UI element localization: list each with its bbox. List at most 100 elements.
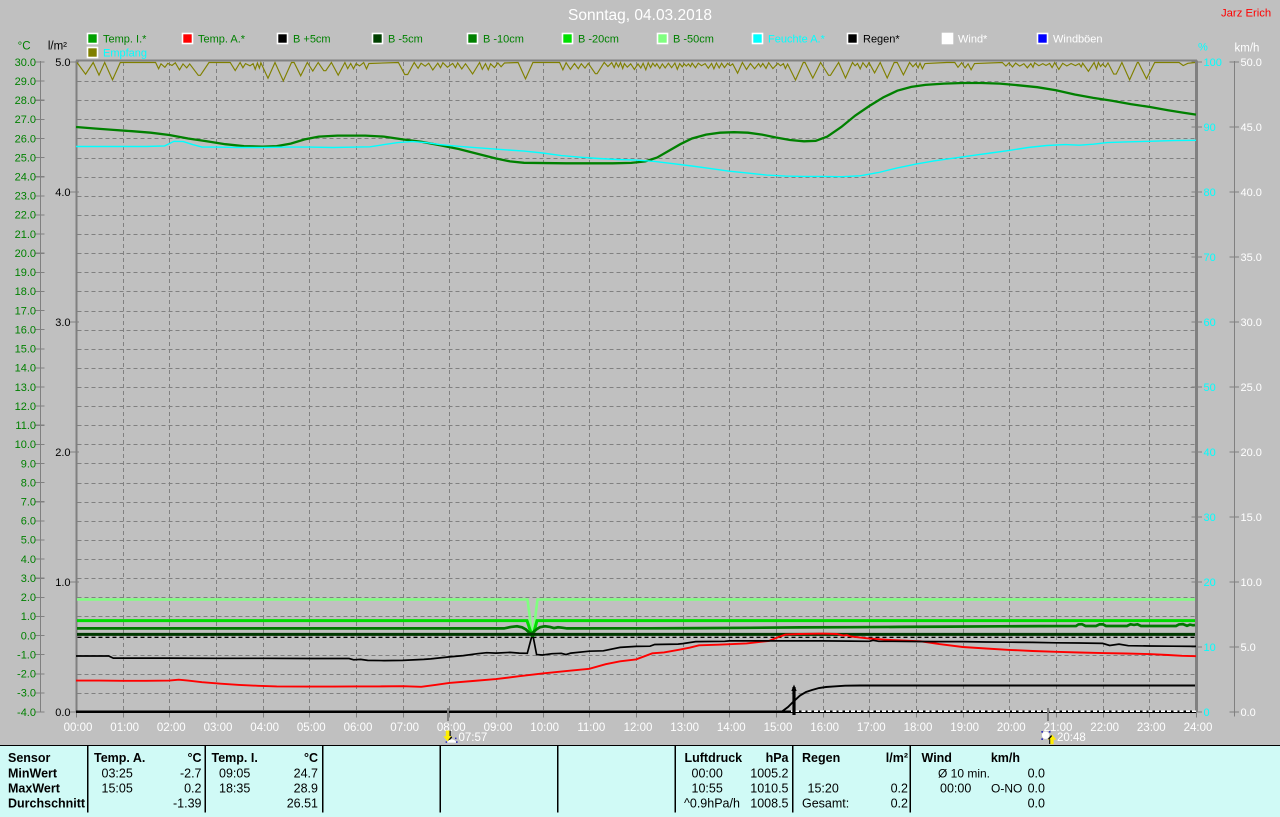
svg-text:27.0: 27.0 xyxy=(15,114,36,126)
svg-text:20:00: 20:00 xyxy=(997,722,1026,734)
svg-text:15:20: 15:20 xyxy=(808,782,839,796)
svg-text:23:00: 23:00 xyxy=(1137,722,1166,734)
svg-text:30: 30 xyxy=(1204,512,1216,524)
svg-text:09:05: 09:05 xyxy=(219,767,250,781)
svg-text:hPa: hPa xyxy=(766,751,790,765)
svg-text:11.0: 11.0 xyxy=(15,420,36,432)
svg-text:16.0: 16.0 xyxy=(15,324,36,336)
svg-text:35.0: 35.0 xyxy=(1241,252,1262,264)
svg-text:40.0: 40.0 xyxy=(1241,187,1262,199)
svg-text:17:00: 17:00 xyxy=(857,722,886,734)
svg-text:5.0: 5.0 xyxy=(21,535,36,547)
svg-text:80: 80 xyxy=(1204,187,1216,199)
svg-text:18:00: 18:00 xyxy=(904,722,933,734)
svg-text:8.0: 8.0 xyxy=(21,477,36,489)
svg-text:16:00: 16:00 xyxy=(810,722,839,734)
svg-text:MaxWert: MaxWert xyxy=(8,782,61,796)
svg-text:0: 0 xyxy=(1204,707,1210,719)
svg-text:Luftdruck: Luftdruck xyxy=(685,751,743,765)
svg-text:28.0: 28.0 xyxy=(15,95,36,107)
svg-text:10: 10 xyxy=(1204,642,1216,654)
svg-text:100: 100 xyxy=(1204,57,1222,69)
svg-text:2.0: 2.0 xyxy=(55,447,70,459)
svg-text:0.2: 0.2 xyxy=(184,782,201,796)
svg-text:Jarz Erich: Jarz Erich xyxy=(1221,8,1271,20)
svg-text:km/h: km/h xyxy=(991,751,1020,765)
svg-text:01:00: 01:00 xyxy=(110,722,139,734)
svg-text:07:00: 07:00 xyxy=(390,722,419,734)
svg-text:60: 60 xyxy=(1204,317,1216,329)
svg-text:Regen*: Regen* xyxy=(863,34,900,46)
svg-text:25.0: 25.0 xyxy=(15,152,36,164)
svg-text:6.0: 6.0 xyxy=(21,516,36,528)
svg-text:B +5cm: B +5cm xyxy=(293,34,331,46)
svg-text:20.0: 20.0 xyxy=(1241,447,1262,459)
svg-text:°C: °C xyxy=(187,751,201,765)
svg-text:l/m²: l/m² xyxy=(886,751,908,765)
svg-text:70: 70 xyxy=(1204,252,1216,264)
svg-text:06:00: 06:00 xyxy=(344,722,373,734)
svg-text:2.0: 2.0 xyxy=(21,592,36,604)
svg-text:MinWert: MinWert xyxy=(8,767,58,781)
svg-text:1010.5: 1010.5 xyxy=(750,782,788,796)
svg-text:12.0: 12.0 xyxy=(15,401,36,413)
svg-text:Sonntag, 04.03.2018: Sonntag, 04.03.2018 xyxy=(568,7,712,24)
svg-text:90: 90 xyxy=(1204,122,1216,134)
svg-text:^0.9hPa/h: ^0.9hPa/h xyxy=(684,797,740,811)
svg-text:22.0: 22.0 xyxy=(15,210,36,222)
svg-text:°C: °C xyxy=(304,751,318,765)
svg-text:Sensor: Sensor xyxy=(8,751,51,765)
svg-text:50.0: 50.0 xyxy=(1241,57,1262,69)
svg-text:0.2: 0.2 xyxy=(891,782,908,796)
svg-text:05:00: 05:00 xyxy=(297,722,326,734)
svg-text:04:00: 04:00 xyxy=(250,722,279,734)
svg-text:1005.2: 1005.2 xyxy=(750,767,788,781)
svg-text:12:00: 12:00 xyxy=(624,722,653,734)
svg-text:09:00: 09:00 xyxy=(484,722,513,734)
svg-text:00:00: 00:00 xyxy=(692,767,723,781)
svg-text:26.0: 26.0 xyxy=(15,133,36,145)
svg-text:15:00: 15:00 xyxy=(764,722,793,734)
svg-text:45.0: 45.0 xyxy=(1241,122,1262,134)
svg-text:29.0: 29.0 xyxy=(15,76,36,88)
svg-text:-2.7: -2.7 xyxy=(180,767,202,781)
svg-text:40: 40 xyxy=(1204,447,1216,459)
svg-text:18:35: 18:35 xyxy=(219,782,250,796)
svg-text:3.0: 3.0 xyxy=(55,317,70,329)
svg-text:B -5cm: B -5cm xyxy=(388,34,423,46)
svg-text:%: % xyxy=(1198,42,1208,54)
svg-text:-2.0: -2.0 xyxy=(17,669,36,681)
svg-text:4.0: 4.0 xyxy=(55,187,70,199)
svg-text:0.0: 0.0 xyxy=(55,707,70,719)
svg-text:24:00: 24:00 xyxy=(1184,722,1213,734)
svg-text:Temp. A.: Temp. A. xyxy=(94,751,145,765)
svg-text:O-NO: O-NO xyxy=(991,782,1022,796)
svg-text:15.0: 15.0 xyxy=(15,344,36,356)
svg-text:1.0: 1.0 xyxy=(55,577,70,589)
svg-text:-3.0: -3.0 xyxy=(17,688,36,700)
svg-text:50: 50 xyxy=(1204,382,1216,394)
svg-text:Temp. I.*: Temp. I.* xyxy=(103,34,147,46)
svg-text:°C: °C xyxy=(18,41,31,53)
svg-text:10:00: 10:00 xyxy=(530,722,559,734)
svg-text:9.0: 9.0 xyxy=(21,458,36,470)
svg-text:10.0: 10.0 xyxy=(1241,577,1262,589)
svg-text:0.0: 0.0 xyxy=(21,630,36,642)
svg-text:25.0: 25.0 xyxy=(1241,382,1262,394)
svg-text:20: 20 xyxy=(1204,577,1216,589)
svg-text:15.0: 15.0 xyxy=(1241,512,1262,524)
svg-text:-4.0: -4.0 xyxy=(17,707,36,719)
svg-text:-1.0: -1.0 xyxy=(17,649,36,661)
svg-text:Empfang: Empfang xyxy=(103,48,147,60)
svg-text:Feuchte A.*: Feuchte A.* xyxy=(768,34,826,46)
svg-text:10.0: 10.0 xyxy=(15,439,36,451)
svg-text:Temp. A.*: Temp. A.* xyxy=(198,34,246,46)
svg-text:23.0: 23.0 xyxy=(15,191,36,203)
svg-text:30.0: 30.0 xyxy=(1241,317,1262,329)
svg-text:0.2: 0.2 xyxy=(891,797,908,811)
svg-text:10:55: 10:55 xyxy=(692,782,723,796)
svg-text:03:25: 03:25 xyxy=(102,767,133,781)
svg-text:0.0: 0.0 xyxy=(1241,707,1256,719)
svg-text:03:00: 03:00 xyxy=(204,722,233,734)
svg-text:07:57: 07:57 xyxy=(459,732,488,744)
